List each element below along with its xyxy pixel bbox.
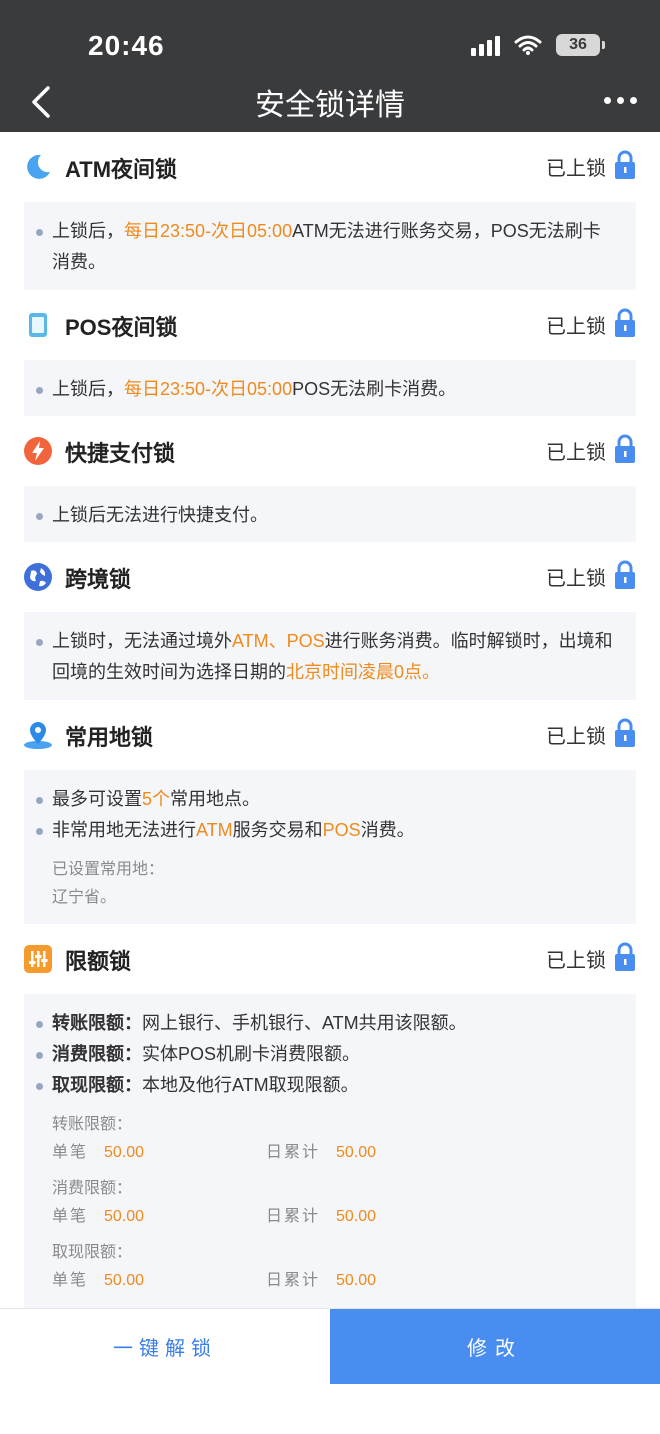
section-atm-night-lock: ATM夜间锁 已上锁 上锁后，每日23:50-次日05:00ATM无法进行账务交… [0, 132, 660, 290]
lock-status: 已上锁 [546, 158, 606, 180]
content-scroll[interactable]: ATM夜间锁 已上锁 上锁后，每日23:50-次日05:00ATM无法进行账务交… [0, 132, 660, 1308]
description-line: 上锁后，每日23:50-次日05:00POS无法刷卡消费。 [36, 374, 618, 405]
unlock-all-button[interactable]: 一键解锁 [0, 1309, 330, 1384]
limit-row: 单笔 50.00 日累计 50.00 [36, 1203, 618, 1231]
status-icons: 36 [471, 34, 605, 56]
lock-icon [615, 308, 635, 337]
edit-button[interactable]: 修改 [330, 1309, 660, 1384]
limit-row: 单笔 50.00 日累计 50.00 [36, 1267, 618, 1295]
single-value: 50.00 [104, 1272, 145, 1289]
section-quick-pay-lock: 快捷支付锁 已上锁 上锁后无法进行快捷支付。 [0, 416, 660, 542]
section-title: 常用地锁 [65, 725, 154, 750]
section-description: 转账限额：网上银行、手机银行、ATM共用该限额。 消费限额：实体POS机刷卡消费… [24, 994, 636, 1308]
section-header: 常用地锁 已上锁 [0, 700, 660, 770]
page-title: 安全锁详情 [255, 89, 405, 122]
more-icon[interactable] [604, 88, 644, 112]
section-limit-lock: 限额锁 已上锁 转账限额：网上银行、手机银行、ATM共用该限额。 消费限额：实体… [0, 924, 660, 1308]
section-location-lock: 常用地锁 已上锁 最多可设置5个常用地点。 非常用地无法进行ATM服务交易和PO… [0, 700, 660, 924]
limit-row: 单笔 50.00 日累计 50.00 [36, 1139, 618, 1167]
lock-icon [615, 560, 635, 589]
lock-icon [615, 150, 635, 179]
single-value: 50.00 [104, 1208, 145, 1225]
limit-group-title: 消费限额： [52, 1180, 133, 1197]
description-line: 转账限额：网上银行、手机银行、ATM共用该限额。 [36, 1008, 618, 1039]
description-line: 上锁后，每日23:50-次日05:00ATM无法进行账务交易，POS无法刷卡消费… [36, 216, 618, 278]
description-line: 取现限额：本地及他行ATM取现限额。 [36, 1070, 618, 1101]
daily-label: 日累计 [266, 1272, 321, 1289]
section-pos-night-lock: POS夜间锁 已上锁 上锁后，每日23:50-次日05:00POS无法刷卡消费。 [0, 290, 660, 416]
section-description: 上锁时，无法通过境外ATM、POS进行账务消费。临时解锁时，出境和回境的生效时间… [24, 612, 636, 700]
section-title: 跨境锁 [65, 567, 132, 592]
single-label: 单笔 [52, 1272, 89, 1289]
section-description: 最多可设置5个常用地点。 非常用地无法进行ATM服务交易和POS消费。 已设置常… [24, 770, 636, 924]
pos-terminal-icon [29, 313, 47, 337]
section-header: ATM夜间锁 已上锁 [0, 132, 660, 202]
common-location-label: 已设置常用地： [52, 861, 165, 878]
section-description: 上锁后，每日23:50-次日05:00ATM无法进行账务交易，POS无法刷卡消费… [24, 202, 636, 290]
description-line: 非常用地无法进行ATM服务交易和POS消费。 [36, 815, 618, 846]
section-header: POS夜间锁 已上锁 [0, 290, 660, 360]
daily-value: 50.00 [336, 1272, 377, 1289]
moon-icon [27, 154, 50, 179]
lock-status: 已上锁 [546, 950, 606, 972]
signal-icon [471, 34, 500, 56]
lock-status: 已上锁 [546, 726, 606, 748]
description-line: 最多可设置5个常用地点。 [36, 784, 618, 815]
section-title: ATM夜间锁 [65, 157, 178, 182]
daily-label: 日累计 [266, 1208, 321, 1225]
section-header: 快捷支付锁 已上锁 [0, 416, 660, 486]
section-title: 限额锁 [65, 949, 132, 974]
location-pin-icon [24, 722, 52, 749]
limit-group-title: 取现限额： [52, 1244, 133, 1261]
description-line: 上锁时，无法通过境外ATM、POS进行账务消费。临时解锁时，出境和回境的生效时间… [36, 626, 618, 688]
lightning-icon [24, 437, 52, 465]
battery-icon: 36 [556, 34, 605, 56]
daily-value: 50.00 [336, 1144, 377, 1161]
bottom-action-bar: 一键解锁 修改 [0, 1308, 660, 1384]
top-bar: 20:46 36 安全锁详情 [0, 0, 660, 132]
lock-status: 已上锁 [546, 442, 606, 464]
section-description: 上锁后无法进行快捷支付。 [24, 486, 636, 542]
daily-value: 50.00 [336, 1208, 377, 1225]
section-header: 限额锁 已上锁 [0, 924, 660, 994]
lock-icon [615, 942, 635, 971]
lock-status: 已上锁 [546, 316, 606, 338]
section-cross-border-lock: 跨境锁 已上锁 上锁时，无法通过境外ATM、POS进行账务消费。临时解锁时，出境… [0, 542, 660, 700]
globe-icon [24, 563, 52, 591]
daily-label: 日累计 [266, 1144, 321, 1161]
single-label: 单笔 [52, 1208, 89, 1225]
lock-icon [615, 718, 635, 747]
section-header: 跨境锁 已上锁 [0, 542, 660, 612]
section-title: POS夜间锁 [65, 315, 178, 340]
common-location-value: 辽宁省。 [52, 889, 117, 906]
limit-group-title: 转账限额： [52, 1116, 133, 1133]
section-title: 快捷支付锁 [65, 441, 176, 466]
sliders-icon [24, 945, 52, 973]
wifi-icon [514, 35, 542, 55]
lock-icon [615, 434, 635, 463]
description-line: 消费限额：实体POS机刷卡消费限额。 [36, 1039, 618, 1070]
description-line: 上锁后无法进行快捷支付。 [36, 500, 618, 531]
single-label: 单笔 [52, 1144, 89, 1161]
section-description: 上锁后，每日23:50-次日05:00POS无法刷卡消费。 [24, 360, 636, 416]
status-time: 20:46 [88, 30, 165, 61]
lock-status: 已上锁 [546, 568, 606, 590]
single-value: 50.00 [104, 1144, 145, 1161]
